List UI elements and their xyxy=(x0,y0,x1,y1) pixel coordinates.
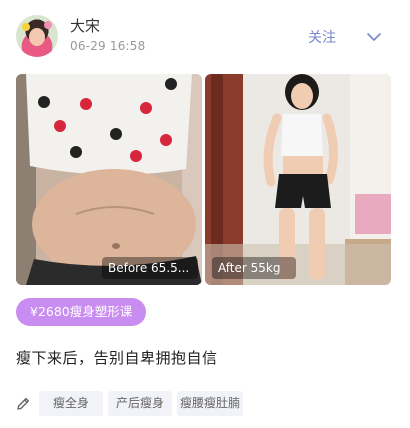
before-caption: Before 65.5... xyxy=(102,257,198,279)
after-photo[interactable]: After 55kg xyxy=(205,74,391,285)
author-name[interactable]: 大宋 xyxy=(70,15,100,36)
before-photo-image xyxy=(16,74,202,285)
topic-tag[interactable]: 瘦全身 xyxy=(39,391,103,416)
after-photo-image xyxy=(205,74,391,285)
after-caption: After 55kg xyxy=(212,257,296,279)
before-photo[interactable]: Before 65.5... xyxy=(16,74,202,285)
post-text: 瘦下来后，告别自卑拥抱自信 xyxy=(16,349,218,367)
avatar[interactable] xyxy=(16,15,58,57)
topic-tag[interactable]: 瘦腰瘦肚腩 xyxy=(177,391,243,416)
pencil-icon xyxy=(17,397,30,410)
course-tag[interactable]: ¥2680瘦身塑形课 xyxy=(16,298,147,326)
chevron-down-icon[interactable] xyxy=(366,29,382,45)
post-timestamp: 06-29 16:58 xyxy=(70,39,146,53)
topic-tag[interactable]: 产后瘦身 xyxy=(108,391,172,416)
follow-button[interactable]: 关注 xyxy=(308,27,336,47)
